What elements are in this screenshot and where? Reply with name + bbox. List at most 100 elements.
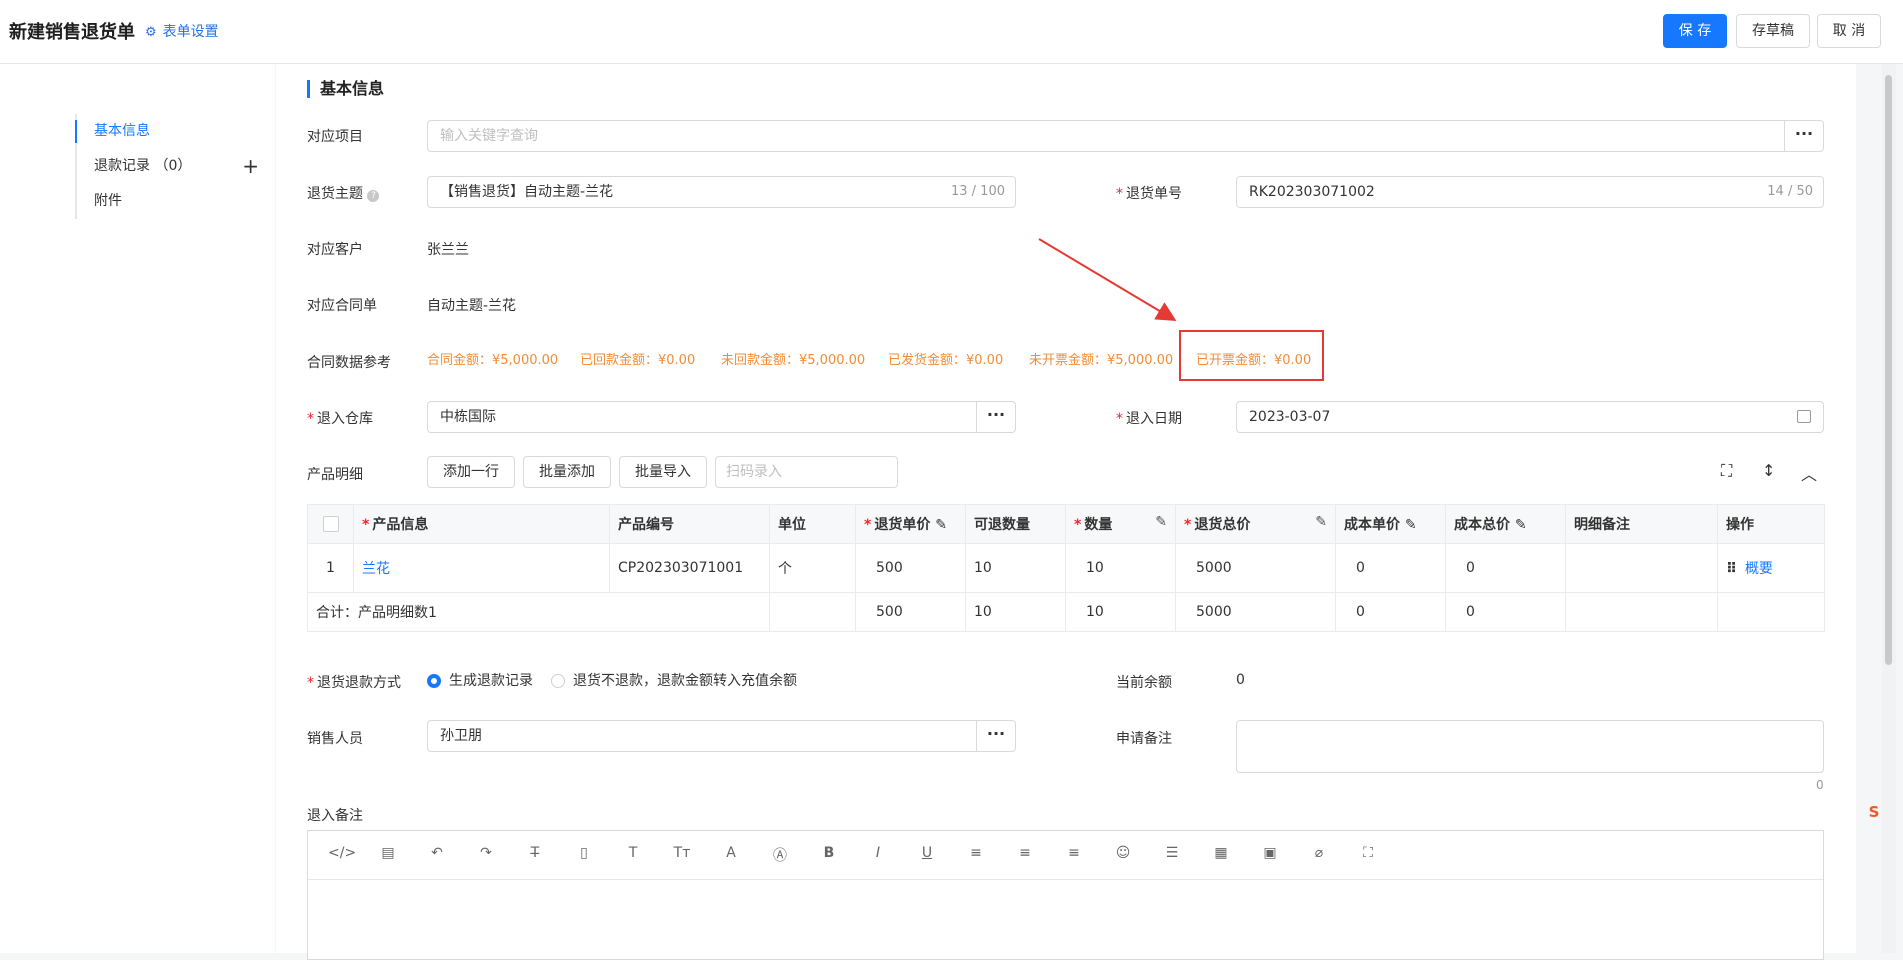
- drag-handle-icon[interactable]: ⠿: [1726, 561, 1737, 577]
- detail-note-cell[interactable]: [1565, 543, 1718, 593]
- col-return-total: * 退货总价 ✎: [1175, 504, 1336, 544]
- edit-icon[interactable]: ✎: [1155, 514, 1167, 530]
- sidebar-item-attachments[interactable]: 附件: [77, 184, 259, 219]
- order-no-input[interactable]: RK202303071002 14 / 50: [1236, 176, 1824, 208]
- help-icon: ?: [367, 190, 380, 202]
- apply-note-textarea[interactable]: [1236, 720, 1824, 773]
- contract-label: 对应合同单: [307, 298, 377, 314]
- return-total-cell[interactable]: 5000: [1175, 543, 1336, 593]
- image-icon[interactable]: ▣: [1259, 845, 1281, 861]
- qty-cell[interactable]: 10: [1065, 543, 1176, 593]
- resize-vertical-icon[interactable]: ↕: [1762, 461, 1775, 480]
- edit-icon[interactable]: ✎: [1315, 514, 1327, 530]
- bold-icon[interactable]: B: [818, 845, 840, 861]
- highlight-box: [1179, 330, 1324, 381]
- subject-value: 【销售退货】自动主题-兰花: [440, 184, 614, 200]
- date-picker[interactable]: 2023-03-07: [1236, 401, 1824, 433]
- scan-input[interactable]: 扫码录入: [715, 456, 898, 488]
- input-method-icon: S: [1868, 803, 1880, 821]
- radio-selected[interactable]: [427, 674, 441, 688]
- sidebar-item-basic-info[interactable]: 基本信息: [75, 114, 259, 149]
- summary-qty: 10: [1065, 592, 1176, 632]
- redo-icon[interactable]: ↷: [475, 845, 497, 861]
- summary-cell: [1717, 592, 1825, 632]
- add-icon[interactable]: +: [242, 149, 259, 184]
- select-all-checkbox[interactable]: [307, 504, 354, 544]
- product-link[interactable]: 兰花: [353, 543, 610, 593]
- align-center-icon[interactable]: ≡: [1014, 845, 1036, 861]
- strikethrough-icon[interactable]: T̶: [524, 845, 546, 861]
- edit-icon[interactable]: ✎: [1405, 517, 1417, 533]
- edit-icon[interactable]: ✎: [1515, 517, 1527, 533]
- col-returnable-qty: 可退数量: [965, 504, 1066, 544]
- actions-cell: ⠿ 概要: [1717, 543, 1825, 593]
- edit-icon[interactable]: ✎: [935, 517, 947, 533]
- col-cost-price: 成本单价 ✎: [1335, 504, 1446, 544]
- refund-option-to-balance[interactable]: 退货不退款，退款金额转入充值余额: [551, 670, 797, 690]
- contract-amount: 合同金额：¥5,000.00: [427, 353, 559, 368]
- paste-icon[interactable]: ▯: [573, 845, 595, 861]
- cancel-button[interactable]: 取 消: [1817, 14, 1881, 48]
- col-product-code: 产品编号: [609, 504, 770, 544]
- template-icon[interactable]: ▤: [377, 845, 399, 861]
- batch-import-button[interactable]: 批量导入: [619, 456, 707, 488]
- project-search-input[interactable]: 输入关键字查询 ···: [427, 120, 1824, 152]
- align-right-icon[interactable]: ≡: [1063, 845, 1085, 861]
- return-price-cell[interactable]: 500: [855, 543, 966, 593]
- contract-ref-label: 合同数据参考: [307, 355, 391, 371]
- cost-total-cell[interactable]: 0: [1445, 543, 1566, 593]
- emoji-icon[interactable]: ☺: [1112, 845, 1134, 861]
- more-icon[interactable]: ···: [1784, 120, 1823, 152]
- draft-button[interactable]: 存草稿: [1736, 14, 1810, 48]
- more-icon[interactable]: ···: [976, 401, 1015, 433]
- warehouse-input[interactable]: 中栋国际 ···: [427, 401, 1016, 433]
- horizontal-rule-icon[interactable]: ☰: [1161, 845, 1183, 861]
- fullscreen-icon[interactable]: ⛶: [1721, 461, 1732, 481]
- returnable-qty-cell: 10: [965, 543, 1066, 593]
- collapse-icon[interactable]: ︿: [1801, 461, 1817, 485]
- sidebar-item-label: 附件: [94, 193, 122, 209]
- form-settings-link[interactable]: ⚙ 表单设置: [145, 21, 219, 41]
- more-icon[interactable]: ···: [976, 720, 1015, 752]
- warehouse-label: * 退入仓库: [307, 411, 373, 427]
- subject-input[interactable]: 【销售退货】自动主题-兰花 13 / 100: [427, 176, 1016, 208]
- sidebar-item-refund-records[interactable]: 退款记录 （0） +: [77, 149, 259, 184]
- cost-price-cell[interactable]: 0: [1335, 543, 1446, 593]
- customer-label: 对应客户: [307, 242, 363, 258]
- product-table: * 产品信息 产品编号 单位 * 退货单价 ✎ 可退数量 * 数量 ✎ * 退货总价 ✎ 成…: [307, 504, 1825, 632]
- col-actions: 操作: [1717, 504, 1825, 544]
- text-format-icon[interactable]: T: [622, 845, 644, 861]
- scrollbar-thumb[interactable]: [1885, 75, 1892, 665]
- font-size-icon[interactable]: Tт: [671, 845, 693, 861]
- unit: 个: [769, 543, 856, 593]
- fullscreen-icon[interactable]: ⛶: [1357, 845, 1379, 861]
- calendar-icon: [1797, 410, 1811, 423]
- shipped-amount: 已发货金额：¥0.00: [888, 353, 1004, 368]
- summary-link[interactable]: 概要: [1745, 561, 1773, 577]
- italic-icon[interactable]: I: [867, 845, 889, 861]
- summary-cell: [1565, 592, 1718, 632]
- radio-unselected[interactable]: [551, 674, 565, 688]
- col-qty: * 数量 ✎: [1065, 504, 1176, 544]
- sales-value: 孙卫朋: [440, 728, 482, 744]
- attachment-icon[interactable]: ⌀: [1308, 845, 1330, 861]
- rich-text-editor[interactable]: </> ▤ ↶ ↷ T̶ ▯ T Tт A Ⓐ B I U ≡ ≡ ≡ ☺ ☰ …: [307, 830, 1824, 960]
- code-icon[interactable]: </>: [328, 845, 356, 861]
- align-left-icon[interactable]: ≡: [965, 845, 987, 861]
- font-color-icon[interactable]: A: [720, 845, 742, 861]
- undo-icon[interactable]: ↶: [426, 845, 448, 861]
- summary-cost-total: 0: [1445, 592, 1566, 632]
- background-color-icon[interactable]: Ⓐ: [769, 845, 791, 865]
- table-icon[interactable]: ▦: [1210, 845, 1232, 861]
- refund-option-generate[interactable]: 生成退款记录: [427, 670, 533, 690]
- save-button[interactable]: 保 存: [1663, 14, 1727, 48]
- underline-icon[interactable]: U: [916, 845, 938, 861]
- add-row-button[interactable]: 添加一行: [427, 456, 515, 488]
- batch-add-button[interactable]: 批量添加: [523, 456, 611, 488]
- summary-returnable-qty: 10: [965, 592, 1066, 632]
- return-note-label: 退入备注: [307, 808, 363, 824]
- customer-value: 张兰兰: [427, 242, 469, 258]
- summary-cell: [769, 592, 856, 632]
- sales-input[interactable]: 孙卫朋 ···: [427, 720, 1016, 752]
- subject-label: 退货主题 ?: [307, 183, 380, 203]
